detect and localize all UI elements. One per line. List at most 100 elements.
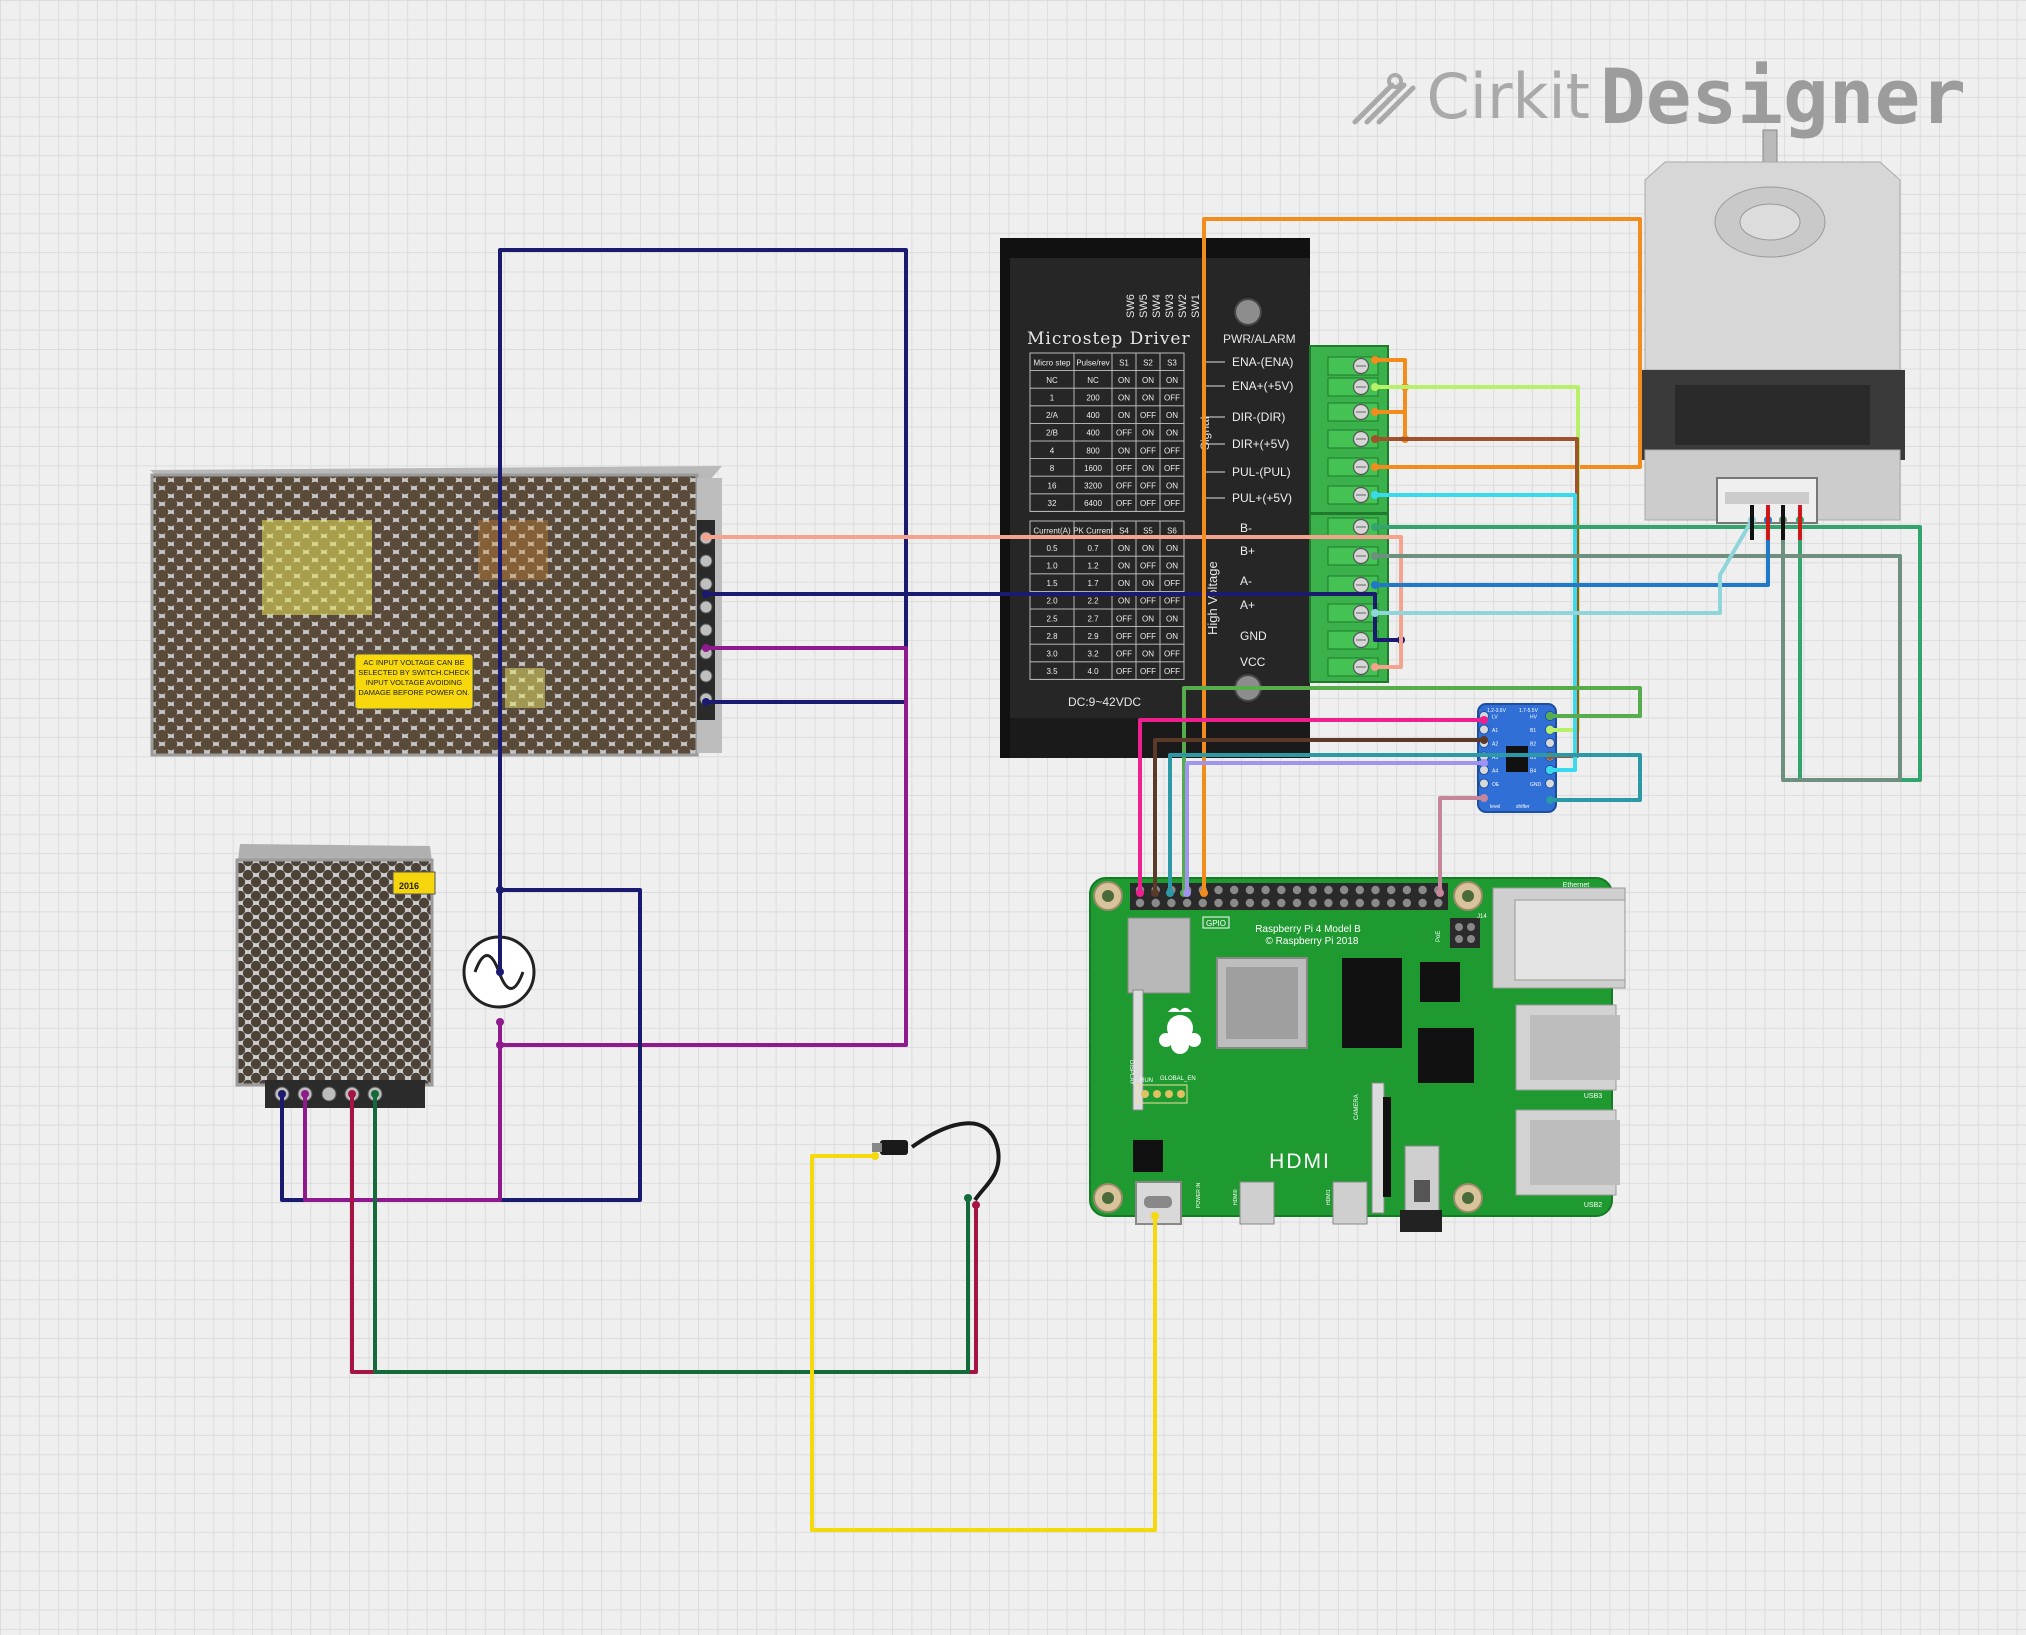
gpio-pin — [1371, 885, 1380, 895]
power-pin-label: VCC — [1240, 655, 1266, 669]
gpio-pin — [1214, 885, 1223, 895]
wire-endpoint — [1546, 712, 1554, 720]
wire-endpoint — [1546, 796, 1554, 804]
gpio-pin — [1402, 898, 1412, 908]
shifter-right-pin-label: B1 — [1530, 728, 1536, 734]
current-table-cell: 3.2 — [1087, 650, 1099, 659]
driver-pwr-alarm: PWR/ALARM — [1223, 332, 1296, 346]
step-table-cell: ON — [1118, 394, 1130, 403]
gpio-pin — [1245, 898, 1255, 908]
wire-endpoint — [496, 968, 504, 976]
current-table-cell: 2.7 — [1087, 614, 1099, 623]
step-table-cell: 16 — [1048, 482, 1057, 491]
stepper-motor[interactable] — [1640, 129, 1905, 524]
psu-warning-line-4: DAMAGE BEFORE POWER ON. — [358, 688, 469, 697]
cirkit-logo-icon — [1352, 72, 1415, 124]
rpi-global-en-label: GLOBAL_EN — [1160, 1076, 1196, 1082]
wire-endpoint — [1371, 408, 1379, 416]
current-table-cell: OFF — [1116, 650, 1132, 659]
micro-hdmi-0 — [1239, 1181, 1275, 1225]
gpio-pin — [1387, 898, 1396, 908]
psu-large-terminal-block — [697, 520, 715, 720]
rpi-run-label: RUN — [1140, 1078, 1153, 1084]
wire-endpoint — [1151, 889, 1159, 897]
gpio-pin — [1135, 898, 1145, 908]
shifter-left-pin — [1479, 724, 1489, 735]
level-shifter[interactable]: 1.2-3.6V 1.7-5.5V level shifter LV HV A1 B1… — [1477, 703, 1557, 813]
step-table-cell: OFF — [1164, 499, 1180, 508]
gpio-pin — [1324, 898, 1333, 908]
brand-name-right: Designer — [1599, 52, 1966, 141]
current-table-cell: 2.2 — [1087, 597, 1099, 606]
step-table-cell: 6400 — [1084, 499, 1102, 508]
rpi-ethernet-label: Ethernet — [1563, 882, 1590, 889]
gpio-pin — [1230, 885, 1239, 895]
wire-light-teal — [1375, 518, 1754, 615]
power-supply-small[interactable]: 2016 — [235, 844, 436, 1108]
wire-sea — [1168, 753, 1642, 893]
microstep-driver[interactable]: Microstep Driver SW6 SW5 SW4 SW3 SW2 SW1… — [1000, 238, 1389, 758]
shifter-bottom-right: shifter — [1516, 804, 1530, 810]
shifter-right-pin — [1545, 778, 1555, 789]
driver-mount-screw-top — [1234, 298, 1262, 326]
usb-cable[interactable] — [872, 1121, 1001, 1202]
step-table-cell: OFF — [1164, 464, 1180, 473]
step-table-cell: ON — [1166, 429, 1178, 438]
step-table-cell: ON — [1118, 411, 1130, 420]
current-table-cell: 1.2 — [1087, 562, 1099, 571]
rpi-copyright: © Raspberry Pi 2018 — [1266, 936, 1359, 947]
step-table-cell: ON — [1166, 411, 1178, 420]
wire-endpoint — [1371, 463, 1379, 471]
rpi-display-label: DISPLAY — [1128, 1060, 1134, 1085]
step-table-cell: ON — [1142, 394, 1154, 403]
wire-endpoint — [702, 644, 710, 652]
psu-warning-line-2: SELECTED BY SWITCH.CHECK — [358, 668, 470, 677]
current-table-cell: ON — [1142, 650, 1154, 659]
step-table-cell: OFF — [1116, 499, 1132, 508]
gpio-pin — [1418, 885, 1427, 895]
wire-endpoint — [1371, 356, 1379, 364]
shifter-left-pin — [1479, 778, 1489, 789]
signal-pin-label: PUL-(PUL) — [1232, 465, 1291, 479]
current-table-cell: ON — [1118, 562, 1130, 571]
current-table-header: Current(A) — [1033, 526, 1071, 535]
shifter-left-pin-label: A4 — [1492, 769, 1498, 775]
wire-endpoint — [1480, 716, 1488, 724]
rpi-hdmi0-label: HDMI0 — [1233, 1189, 1239, 1205]
shifter-bottom-left: level — [1490, 804, 1500, 810]
current-table-cell: OFF — [1140, 632, 1156, 641]
gpio-pin — [1402, 885, 1412, 895]
driver-hv-label: High Voltage — [1205, 561, 1220, 635]
gpio-pin — [1292, 898, 1302, 908]
raspberry-pi-4[interactable]: Raspberry Pi 4 Model B © Raspberry Pi 20… — [1089, 877, 1626, 1232]
wire-endpoint — [871, 1152, 879, 1160]
power-supply-large[interactable]: AC INPUT VOLTAGE CAN BE SELECTED BY SWIT… — [150, 466, 722, 757]
wire-endpoint — [972, 1201, 980, 1209]
current-table-cell: ON — [1166, 544, 1178, 553]
rpi-hdmi-label: HDMI — [1269, 1150, 1331, 1173]
step-table-cell: ON — [1142, 376, 1154, 385]
step-table-cell: 2/B — [1046, 429, 1058, 438]
gpio-pin — [1339, 885, 1349, 895]
step-table-cell: OFF — [1140, 446, 1156, 455]
wire-endpoint — [1200, 889, 1208, 897]
power-pin-label: A+ — [1240, 598, 1255, 612]
step-table-cell: NC — [1087, 376, 1099, 385]
wire-endpoint — [964, 1194, 972, 1202]
wire-endpoint — [1546, 766, 1554, 774]
current-table-cell: 1.7 — [1087, 579, 1099, 588]
signal-pin-label: ENA-(ENA) — [1232, 355, 1293, 369]
current-table-header: S5 — [1143, 526, 1153, 535]
wire-endpoint — [1371, 383, 1379, 391]
step-table-header: Pulse/rev — [1076, 358, 1109, 367]
rpi-usb2-label: USB2 — [1584, 1202, 1602, 1209]
psu-warning-line-1: AC INPUT VOLTAGE CAN BE — [363, 658, 464, 667]
gpio-pin — [1371, 898, 1380, 908]
gpio-pin — [1418, 898, 1427, 908]
driver-switch-labels: SW6 SW5 SW4 SW3 SW2 SW1 — [1125, 294, 1202, 318]
wire-endpoint — [1136, 889, 1144, 897]
cirkit-designer-logo: Cirkit Designer — [1347, 52, 1966, 141]
signal-pin-label: DIR+(+5V) — [1232, 437, 1289, 451]
wire-endpoint — [301, 1090, 309, 1098]
wire-endpoint — [496, 1041, 504, 1049]
